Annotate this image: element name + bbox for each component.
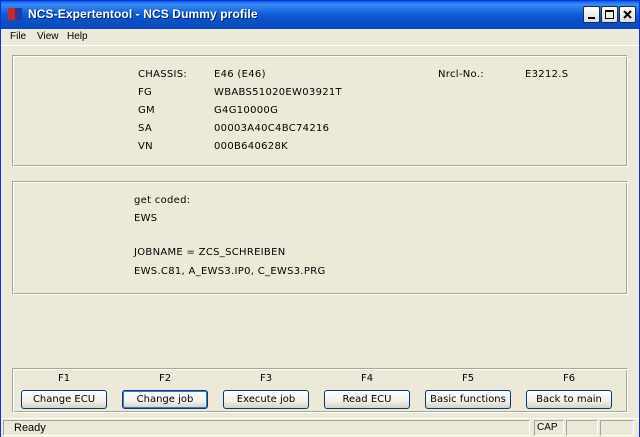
vn-label: VN xyxy=(138,141,153,152)
vn-value: 000B640628K xyxy=(214,141,288,152)
fg-value: WBABS51020EW03921T xyxy=(214,87,342,98)
job-files-text: EWS.C81, A_EWS3.IP0, C_EWS3.PRG xyxy=(134,266,326,277)
minimize-icon xyxy=(588,17,595,19)
sa-label: SA xyxy=(138,123,152,134)
status-bar: Ready CAP xyxy=(1,418,639,437)
f3-key-label: F3 xyxy=(259,373,273,384)
fg-label: FG xyxy=(138,87,153,98)
status-text: Ready xyxy=(3,420,530,436)
nrcl-label: Nrcl-No.: xyxy=(438,69,484,80)
f6-key-label: F6 xyxy=(562,373,576,384)
maximize-button[interactable] xyxy=(601,6,618,23)
function-key-panel: F1 F2 F3 F4 F5 F6 Change ECU Change job … xyxy=(12,368,628,413)
f2-key-label: F2 xyxy=(158,373,172,384)
vehicle-info-panel: CHASSIS: E46 (E46) Nrcl-No.: E3212.S FG … xyxy=(12,55,628,167)
chassis-value: E46 (E46) xyxy=(214,69,266,80)
num-lock-indicator xyxy=(566,420,598,436)
ecu-name: EWS xyxy=(134,213,158,224)
menu-file[interactable]: File xyxy=(10,31,26,42)
close-button[interactable] xyxy=(619,6,636,23)
caps-lock-indicator: CAP xyxy=(534,420,564,436)
f5-key-label: F5 xyxy=(461,373,475,384)
menu-view[interactable]: View xyxy=(37,31,59,42)
app-flag-icon xyxy=(8,8,22,20)
job-info-panel: get coded: EWS JOBNAME = ZCS_SCHREIBEN E… xyxy=(12,181,628,295)
main-window: NCS-Expertentool - NCS Dummy profile Fil… xyxy=(0,0,640,437)
chassis-label: CHASSIS: xyxy=(138,69,188,80)
gm-value: G4G10000G xyxy=(214,105,279,116)
f1-key-label: F1 xyxy=(57,373,71,384)
change-ecu-button[interactable]: Change ECU xyxy=(21,390,107,409)
menu-bar: File View Help xyxy=(1,29,639,45)
change-job-button[interactable]: Change job xyxy=(122,390,208,409)
close-icon xyxy=(623,10,632,19)
maximize-icon xyxy=(605,10,614,19)
basic-functions-button[interactable]: Basic functions xyxy=(425,390,511,409)
minimize-button[interactable] xyxy=(583,6,600,23)
sa-value: 00003A40C4BC74216 xyxy=(214,123,330,134)
f4-key-label: F4 xyxy=(360,373,374,384)
jobname-text: JOBNAME = ZCS_SCHREIBEN xyxy=(134,247,286,258)
gm-label: GM xyxy=(138,105,155,116)
back-to-main-button[interactable]: Back to main xyxy=(526,390,612,409)
title-bar[interactable]: NCS-Expertentool - NCS Dummy profile xyxy=(1,1,639,29)
window-title: NCS-Expertentool - NCS Dummy profile xyxy=(28,7,258,21)
execute-job-button[interactable]: Execute job xyxy=(223,390,309,409)
menu-divider xyxy=(1,45,639,46)
read-ecu-button[interactable]: Read ECU xyxy=(324,390,410,409)
scroll-lock-indicator xyxy=(600,420,634,436)
nrcl-value: E3212.S xyxy=(525,69,569,80)
menu-help[interactable]: Help xyxy=(67,31,88,42)
get-coded-label: get coded: xyxy=(134,195,191,206)
